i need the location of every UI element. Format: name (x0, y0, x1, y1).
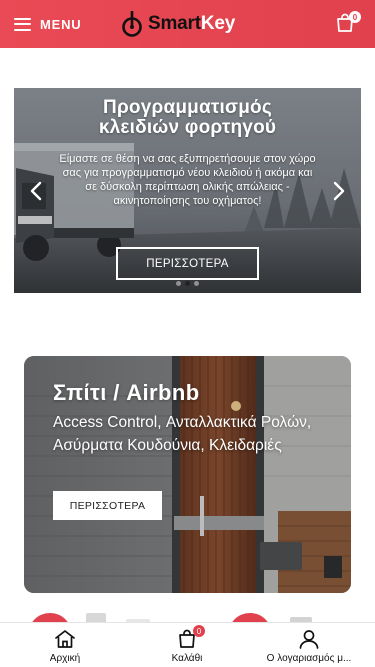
nav-label-home: Αρχική (49, 653, 81, 664)
card-title: Σπίτι / Airbnb (53, 380, 200, 405)
slide-more-button[interactable]: ΠΕΡΙΣΣΟΤΕΡΑ (116, 247, 259, 280)
slider-dots (14, 281, 361, 286)
nav-label-account: Ο λογαριασμός μ... (266, 653, 352, 664)
user-icon (299, 630, 319, 649)
slider-dot[interactable] (176, 281, 181, 286)
slide-description: Είμαστε σε θέση να σας εξυπηρετήσουμε στ… (59, 153, 316, 207)
nav-label-cart: Καλάθι (171, 653, 203, 664)
menu-label: MENU (40, 16, 82, 32)
top-header: MENU SmartKey 0 (0, 0, 375, 48)
hero-slider[interactable]: Προγραμματισμός κλειδιών φορτηγού Είμαστ… (14, 88, 361, 293)
nav-cart-icon-wrap: 0 (176, 625, 205, 649)
nav-cart[interactable]: 0 Καλάθι (149, 623, 225, 667)
chevron-left-icon[interactable] (28, 180, 44, 202)
page: MENU SmartKey 0 Προγραμματισμός κλειδιών… (0, 0, 375, 667)
logo-text: SmartKey (148, 13, 236, 34)
key-logo-icon (122, 11, 142, 37)
home-airbnb-card[interactable]: Σπίτι / Airbnb Access Control, Ανταλλακτ… (24, 356, 351, 593)
nav-account[interactable]: Ο λογαριασμός μ... (255, 623, 363, 667)
nav-home[interactable]: Αρχική (27, 623, 103, 667)
chevron-right-icon[interactable] (331, 180, 347, 202)
cart-count-badge: 0 (349, 11, 361, 23)
slide-title: Προγραμματισμός κλειδιών φορτηγού (98, 97, 277, 138)
card-description: Access Control, Ανταλλακτικά Ρολών, Ασύρ… (53, 414, 312, 454)
menu-button[interactable]: MENU (14, 12, 81, 36)
bottom-navigation: Αρχική 0 Καλάθι Ο λογαριασμός μ... (0, 622, 375, 667)
cart-badge: 0 (193, 625, 205, 637)
smartkey-logo[interactable]: SmartKey (120, 9, 235, 39)
hamburger-icon (14, 17, 31, 31)
home-icon (55, 630, 75, 648)
slider-dot-active[interactable] (185, 281, 190, 286)
card-more-button[interactable]: ΠΕΡΙΣΣΟΤΕΡΑ (53, 491, 162, 520)
slider-dot[interactable] (194, 281, 199, 286)
